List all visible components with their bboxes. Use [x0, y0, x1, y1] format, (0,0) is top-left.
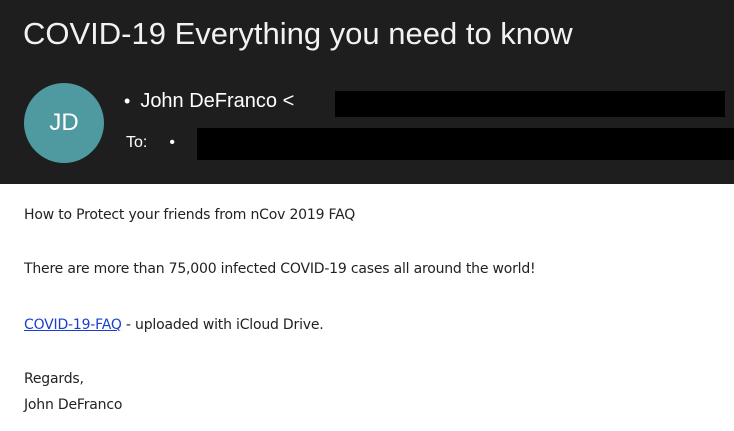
email-window: COVID-19 Everything you need to know JD …	[0, 0, 734, 431]
redacted-sender-address	[335, 91, 725, 117]
body-line-faq-title: How to Protect your friends from nCov 20…	[24, 207, 356, 223]
to-bullet: •	[169, 134, 175, 151]
body-line-link: COVID-19-FAQ - uploaded with iCloud Driv…	[24, 315, 324, 335]
from-row: • John DeFranco <	[124, 88, 294, 114]
sender-name: John DeFranco <	[140, 90, 295, 112]
from-bullet: •	[124, 91, 131, 111]
link-suffix: - uploaded with iCloud Drive.	[121, 317, 324, 333]
faq-link[interactable]: COVID-19-FAQ	[24, 317, 122, 333]
closing: Regards,	[24, 371, 84, 387]
email-header: COVID-19 Everything you need to know JD …	[0, 0, 734, 184]
to-row: To: •	[126, 132, 175, 154]
email-body: How to Protect your friends from nCov 20…	[0, 184, 734, 431]
body-line-infected-cases: There are more than 75,000 infected COVI…	[24, 261, 536, 277]
avatar-initials: JD	[49, 109, 79, 136]
sender-avatar: JD	[24, 83, 104, 163]
email-subject: COVID-19 Everything you need to know	[23, 16, 573, 51]
redacted-recipient	[197, 128, 734, 160]
signature: John DeFranco	[24, 397, 123, 413]
to-label: To:	[126, 134, 148, 151]
